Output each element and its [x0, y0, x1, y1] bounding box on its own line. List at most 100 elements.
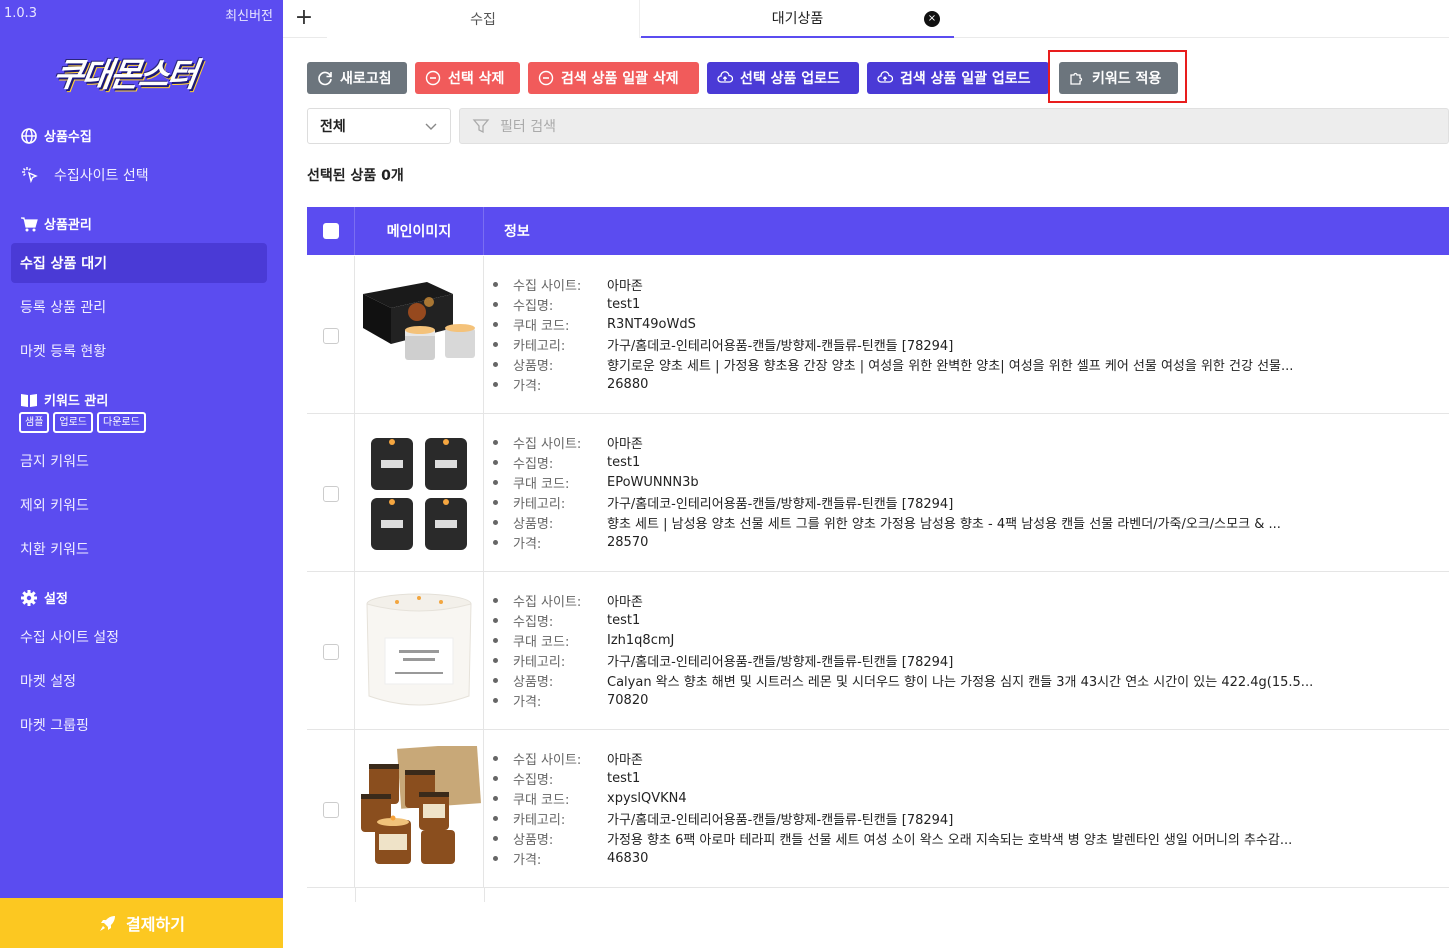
sidebar-item-label: 금지 키워드: [20, 454, 89, 470]
amber-candle-set-image: [357, 746, 482, 872]
upload-selected-label: 선택 상품 업로드: [740, 71, 840, 87]
minus-circle-icon: [538, 70, 554, 86]
label-price: 가격:: [513, 378, 542, 394]
delete-selected-button[interactable]: 선택 삭제: [415, 62, 520, 94]
sidebar-item-site-select[interactable]: 수집사이트 선택: [11, 155, 267, 195]
refresh-button[interactable]: 새로고침: [307, 62, 407, 94]
pay-button-label: 결제하기: [126, 915, 185, 934]
candle-set-image: [357, 430, 482, 556]
label-category: 카테고리:: [513, 812, 566, 828]
value-collect-name: test1: [607, 296, 641, 312]
product-info: 수집 사이트: 아마존 수집명: test1 쿠대 코드: xpyslQVKN4 카테…: [484, 748, 1444, 868]
product-info: 수집 사이트: 아마존 수집명: test1 쿠대 코드: R3NT49oWdS 카테…: [484, 274, 1444, 394]
product-image[interactable]: [355, 414, 484, 572]
section-collect-label: 상품수집: [44, 130, 92, 145]
sidebar-item-label: 등록 상품 관리: [20, 300, 107, 316]
row-checkbox[interactable]: [323, 802, 339, 818]
candle-jar-image: [357, 588, 482, 714]
add-tab-button[interactable]: +: [293, 6, 315, 30]
upload-search-all-button[interactable]: 검색 상품 일괄 업로드: [867, 62, 1049, 94]
sidebar-item-waiting[interactable]: 수집 상품 대기: [11, 243, 267, 283]
keyword-badges: 샘플 업로드 다운로드: [19, 412, 146, 433]
select-all-checkbox[interactable]: [323, 223, 339, 239]
value-code: xpyslQVKN4: [607, 790, 687, 806]
label-category: 카테고리:: [513, 496, 566, 512]
column-divider: [355, 888, 356, 902]
label-site: 수집 사이트:: [513, 594, 582, 610]
section-manage-label: 상품관리: [44, 218, 92, 233]
sidebar-item-replace-keywords[interactable]: 치환 키워드: [11, 529, 267, 569]
label-name: 상품명:: [513, 832, 554, 848]
section-collect: 상품수집: [20, 126, 92, 145]
selected-count: 선택된 상품 0개: [307, 168, 404, 184]
label-price: 가격:: [513, 694, 542, 710]
section-keyword-label: 키워드 관리: [44, 394, 109, 409]
filter-icon: [472, 119, 490, 134]
value-price: 26880: [607, 376, 649, 392]
value-price: 28570: [607, 534, 649, 550]
filter-search-input[interactable]: 필터 검색: [459, 108, 1449, 144]
product-info: 수집 사이트: 아마존 수집명: test1 쿠대 코드: Izh1q8cmJ 카테고…: [484, 590, 1444, 710]
label-code: 쿠대 코드:: [513, 792, 570, 808]
column-divider: [484, 888, 485, 902]
sidebar-item-market-settings[interactable]: 마켓 설정: [11, 661, 267, 701]
globe-icon: [21, 127, 37, 144]
value-category: 가구/홈데코-인테리어용품-캔들/방향제-캔들류-틴캔들 [78294]: [607, 496, 954, 512]
value-name: 향기로운 양초 세트 | 가정용 향초용 간장 양초 | 여성을 위한 완벽한 …: [607, 358, 1294, 374]
delete-search-all-label: 검색 상품 일괄 삭제: [561, 71, 679, 87]
keyword-download-button[interactable]: 다운로드: [97, 412, 146, 433]
version-label: 1.0.3: [4, 6, 38, 21]
sidebar: 1.0.3 최신버전 쿠대몬스터 상품수집 수집사이트 선택 상품관리 수집 상…: [0, 0, 283, 948]
label-name: 상품명:: [513, 674, 554, 690]
table-row: 수집 사이트: 아마존 수집명: test1 쿠대 코드: R3NT49oWdS 카테…: [307, 256, 1449, 414]
sidebar-item-label: 제외 키워드: [20, 498, 89, 514]
close-icon[interactable]: ×: [924, 11, 940, 27]
label-collect-name: 수집명:: [513, 614, 554, 630]
label-code: 쿠대 코드:: [513, 318, 570, 334]
keyword-sample-button[interactable]: 샘플: [19, 412, 50, 433]
gear-icon: [21, 589, 37, 606]
sidebar-item-label: 수집 상품 대기: [20, 256, 108, 272]
label-site: 수집 사이트:: [513, 436, 582, 452]
sidebar-item-banned-keywords[interactable]: 금지 키워드: [11, 441, 267, 481]
label-name: 상품명:: [513, 516, 554, 532]
candle-set-image: [357, 272, 482, 364]
sidebar-item-registered[interactable]: 등록 상품 관리: [11, 287, 267, 327]
app-logo[interactable]: 쿠대몬스터: [51, 48, 200, 96]
row-checkbox[interactable]: [323, 644, 339, 660]
label-name: 상품명:: [513, 358, 554, 374]
sidebar-item-site-settings[interactable]: 수집 사이트 설정: [11, 617, 267, 657]
value-code: R3NT49oWdS: [607, 316, 696, 332]
header-info: 정보: [504, 224, 530, 240]
row-checkbox[interactable]: [323, 486, 339, 502]
product-image[interactable]: [355, 256, 484, 414]
latest-version-label[interactable]: 최신버전: [225, 5, 273, 24]
pay-button[interactable]: 결제하기: [0, 898, 283, 948]
label-collect-name: 수집명:: [513, 298, 554, 314]
product-image[interactable]: [355, 572, 484, 730]
value-site: 아마존: [607, 436, 643, 452]
tab-waiting-products[interactable]: 대기상품 ×: [641, 0, 954, 38]
delete-search-all-button[interactable]: 검색 상품 일괄 삭제: [528, 62, 699, 94]
chevron-down-icon: [425, 123, 437, 130]
table-row: 수집 사이트: 아마존 수집명: test1 쿠대 코드: xpyslQVKN4 카테…: [307, 730, 1449, 888]
sidebar-item-market-group[interactable]: 마켓 그룹핑: [11, 705, 267, 745]
filter-search-placeholder: 필터 검색: [500, 119, 556, 135]
keyword-upload-button[interactable]: 업로드: [53, 412, 94, 433]
label-collect-name: 수집명:: [513, 772, 554, 788]
label-code: 쿠대 코드:: [513, 476, 570, 492]
row-checkbox[interactable]: [323, 328, 339, 344]
tab-collect[interactable]: 수집: [327, 0, 640, 38]
filter-select-value: 전체: [320, 119, 346, 135]
product-image[interactable]: [355, 730, 484, 888]
label-category: 카테고리:: [513, 338, 566, 354]
upload-selected-button[interactable]: 선택 상품 업로드: [707, 62, 859, 94]
sidebar-item-market-status[interactable]: 마켓 등록 현황: [11, 331, 267, 371]
value-name: 가정용 향초 6팩 아로마 테라피 캔들 선물 세트 여성 소이 왁스 오래 지…: [607, 832, 1293, 848]
row-check-cell: [307, 730, 355, 888]
sidebar-item-excluded-keywords[interactable]: 제외 키워드: [11, 485, 267, 525]
refresh-label: 새로고침: [340, 71, 392, 87]
upload-search-all-label: 검색 상품 일괄 업로드: [900, 71, 1031, 87]
row-check-cell: [307, 414, 355, 572]
filter-select[interactable]: 전체: [307, 108, 451, 144]
